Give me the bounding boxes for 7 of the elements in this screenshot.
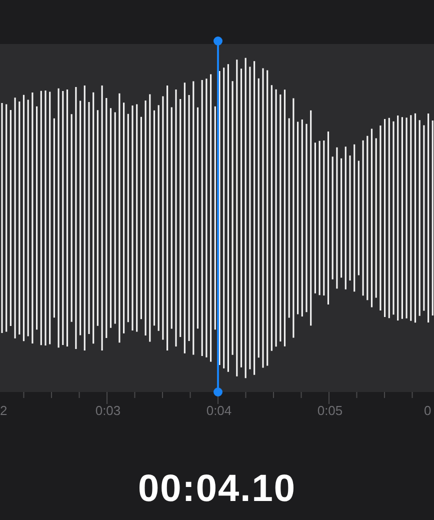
elapsed-time: 00:04.10 [138,468,296,511]
time-label: 0:04 [205,403,233,418]
time-label: 0:03 [94,403,122,418]
playhead[interactable] [213,36,223,398]
time-label: 0 [424,403,432,418]
time-label: 0:05 [316,403,344,418]
time-label: 2 [0,403,8,418]
